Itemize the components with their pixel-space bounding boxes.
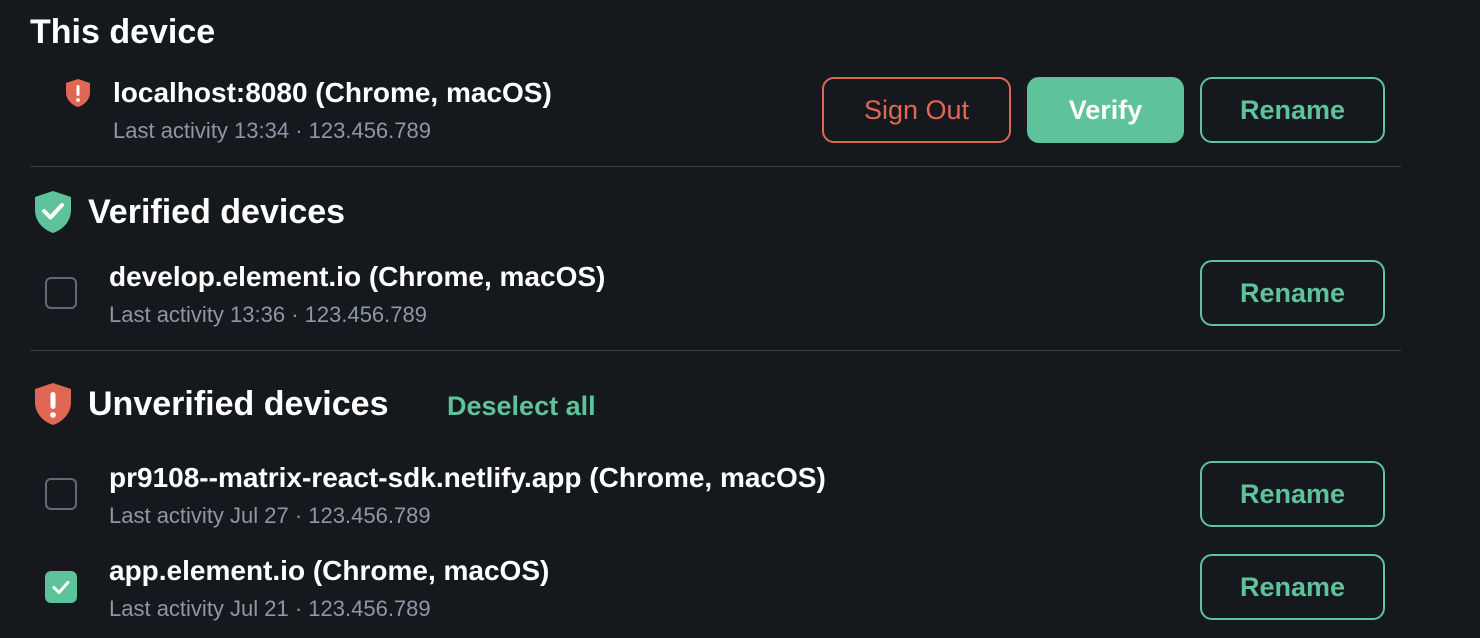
device-checkbox-app[interactable] (45, 571, 77, 603)
device-checkbox-develop[interactable] (45, 277, 77, 309)
this-device-name: localhost:8080 (Chrome, macOS) (113, 77, 552, 108)
sessions-panel: This device localhost:8080 (Chrome, macO… (0, 0, 1480, 638)
verify-button[interactable]: Verify (1027, 77, 1184, 143)
verified-devices-heading: Verified devices (88, 193, 346, 231)
this-device-heading: This device (30, 13, 216, 51)
divider (30, 350, 1401, 351)
deselect-all-button[interactable]: Deselect all (447, 393, 596, 420)
device-activity: Last activity 13:36 · 123.456.789 (109, 302, 427, 327)
device-name: pr9108--matrix-react-sdk.netlify.app (Ch… (109, 462, 826, 493)
rename-button-app[interactable]: Rename (1200, 554, 1385, 620)
device-activity: Last activity Jul 21 · 123.456.789 (109, 596, 431, 621)
rename-button-develop[interactable]: Rename (1200, 260, 1385, 326)
device-name: develop.element.io (Chrome, macOS) (109, 261, 606, 292)
this-device-activity: Last activity 13:34 · 123.456.789 (113, 118, 431, 143)
device-activity: Last activity Jul 27 · 123.456.789 (109, 503, 431, 528)
rename-button-pr9108[interactable]: Rename (1200, 461, 1385, 527)
unverified-devices-heading: Unverified devices (88, 385, 389, 423)
shield-alert-icon (64, 78, 92, 108)
shield-check-icon (33, 190, 73, 234)
device-name: app.element.io (Chrome, macOS) (109, 555, 550, 586)
shield-alert-icon (33, 382, 73, 426)
divider (30, 166, 1401, 167)
checkmark-icon (52, 581, 70, 594)
device-checkbox-pr9108[interactable] (45, 478, 77, 510)
rename-button-this-device[interactable]: Rename (1200, 77, 1385, 143)
sign-out-button[interactable]: Sign Out (822, 77, 1011, 143)
